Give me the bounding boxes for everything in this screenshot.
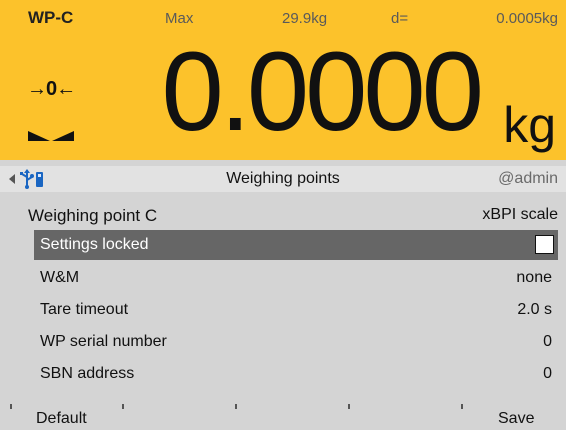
max-label: Max xyxy=(165,10,194,27)
zero-indicator-icon: →0← xyxy=(27,78,76,100)
softkey-divider xyxy=(348,404,350,409)
menu-row-wm[interactable]: W&M none xyxy=(34,263,558,293)
menu-row-tare-timeout[interactable]: Tare timeout 2.0 s xyxy=(34,295,558,325)
stable-triangles-icon xyxy=(28,131,74,141)
default-softkey[interactable]: Default xyxy=(36,410,87,428)
softkey-divider xyxy=(235,404,237,409)
settings-locked-checkbox[interactable] xyxy=(535,235,554,254)
menu-row-settings-locked[interactable]: Settings locked xyxy=(34,230,558,260)
softkey-divider xyxy=(122,404,124,409)
menu-row-label: SBN address xyxy=(40,365,135,382)
title-bar: Weighing points @admin xyxy=(0,166,566,192)
weight-display: WP-C Max 29.9kg d= 0.0005kg →0← 0.0000 k… xyxy=(0,0,566,160)
menu-header-type: xBPI scale xyxy=(482,206,558,223)
menu-row-sbn-address[interactable]: SBN address 0 xyxy=(34,359,558,389)
weight-unit: kg xyxy=(503,97,556,153)
menu-row-value: 0 xyxy=(543,365,552,382)
resolution-value: 0.0005kg xyxy=(496,10,558,27)
weight-value: 0.0000 xyxy=(161,29,484,154)
menu-row-label: Tare timeout xyxy=(40,301,129,318)
menu-row-label: WP serial number xyxy=(40,333,167,350)
menu-row-value: 0 xyxy=(543,333,552,350)
menu-row-value: 2.0 s xyxy=(517,301,552,318)
resolution-label: d= xyxy=(391,10,409,27)
save-softkey[interactable]: Save xyxy=(498,410,534,428)
page-title: Weighing points xyxy=(226,170,340,187)
menu-row-label: Settings locked xyxy=(40,236,149,253)
softkey-bar: Default Save xyxy=(0,404,566,430)
menu-header-title: Weighing point C xyxy=(28,206,158,225)
max-capacity-value: 29.9kg xyxy=(282,10,328,27)
weighing-point-name: WP-C xyxy=(28,8,74,27)
menu-row-label: W&M xyxy=(40,269,80,286)
softkey-divider xyxy=(461,404,463,409)
current-user: @admin xyxy=(498,170,558,187)
softkey-divider xyxy=(10,404,12,409)
menu-row-value: none xyxy=(516,269,552,286)
menu-row-wp-serial-number[interactable]: WP serial number 0 xyxy=(34,327,558,357)
settings-menu: Weighing point C xBPI scale Settings loc… xyxy=(0,192,566,402)
screen: WP-C Max 29.9kg d= 0.0005kg →0← 0.0000 k… xyxy=(0,0,566,430)
